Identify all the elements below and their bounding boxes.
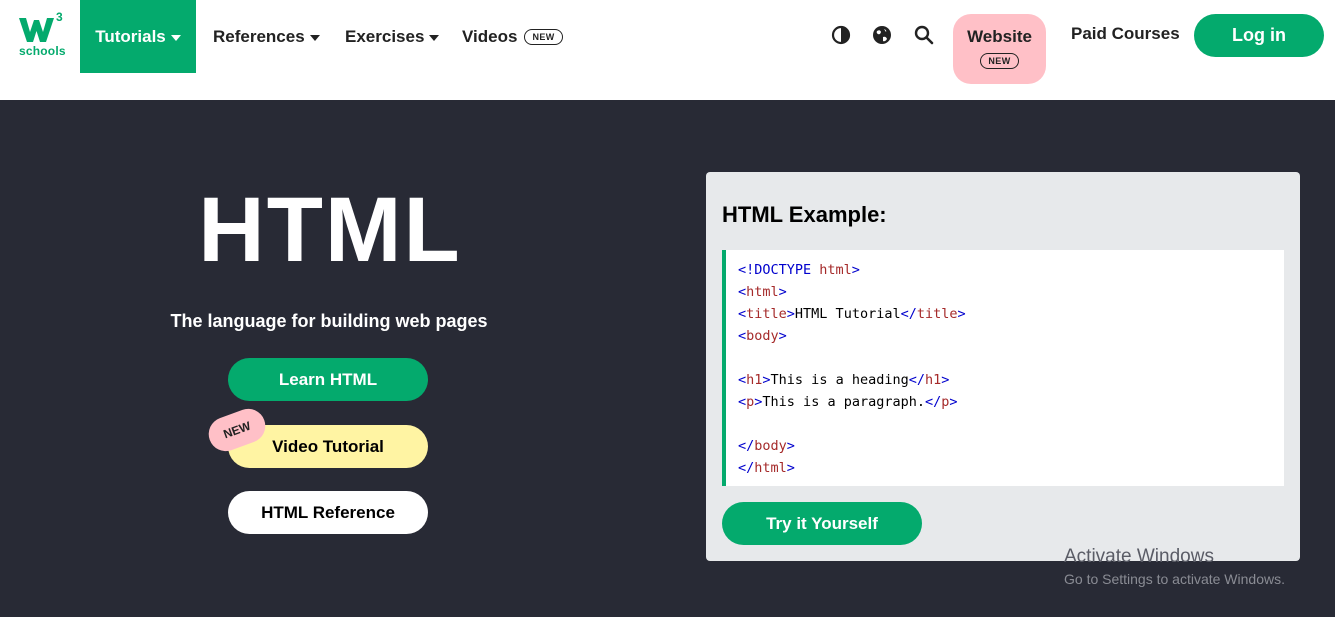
caret-down-icon xyxy=(170,34,181,41)
code-token: html xyxy=(819,262,852,278)
code-text: This is a paragraph. xyxy=(762,394,925,410)
activate-windows-watermark: Activate Windows xyxy=(1064,546,1214,567)
code-line: <html> xyxy=(738,281,1272,303)
code-token: > xyxy=(957,306,966,322)
code-token: > xyxy=(786,438,795,454)
code-token: < xyxy=(738,306,747,322)
code-token: </ xyxy=(738,460,755,476)
code-line: </html> xyxy=(738,457,1272,479)
code-token: body xyxy=(754,438,787,454)
html-reference-button[interactable]: HTML Reference xyxy=(228,491,428,534)
code-line: <body> xyxy=(738,325,1272,347)
code-text: This is a heading xyxy=(770,372,909,388)
caret-down-icon xyxy=(429,34,440,41)
code-token: h1 xyxy=(746,372,763,388)
nav-exercises[interactable]: Exercises xyxy=(345,0,440,73)
code-token: </ xyxy=(738,438,755,454)
nav-tutorials-label: Tutorials xyxy=(95,26,166,46)
w3schools-logo[interactable]: 3 schools xyxy=(14,10,70,62)
nav-references[interactable]: References xyxy=(213,0,320,73)
example-title: HTML Example: xyxy=(722,202,887,227)
search-button[interactable] xyxy=(913,24,935,46)
nav-videos-label: Videos xyxy=(462,26,518,46)
caret-down-icon xyxy=(309,34,320,41)
code-token: > xyxy=(762,372,771,388)
contrast-icon xyxy=(831,25,851,45)
website-button[interactable]: Website NEW xyxy=(953,14,1046,84)
code-token: </ xyxy=(924,394,942,410)
code-token: > xyxy=(786,306,795,322)
website-label: Website xyxy=(967,27,1032,46)
code-token: > xyxy=(786,460,795,476)
globe-icon xyxy=(873,26,891,44)
code-token: < xyxy=(738,394,747,410)
new-badge: NEW xyxy=(524,28,563,45)
code-token: > xyxy=(949,394,958,410)
hero-subtitle: The language for building web pages xyxy=(170,311,488,331)
code-token: < xyxy=(738,328,747,344)
code-line: <!DOCTYPE html> xyxy=(738,259,1272,281)
code-token: title xyxy=(916,306,958,322)
code-token: > xyxy=(941,372,950,388)
theme-toggle-button[interactable] xyxy=(830,24,852,46)
nav-videos[interactable]: Videos NEW xyxy=(462,0,563,73)
code-token: title xyxy=(746,306,787,322)
code-token: </ xyxy=(900,306,917,322)
code-token: > xyxy=(778,328,787,344)
code-token: h1 xyxy=(924,372,942,388)
code-token: </ xyxy=(908,372,925,388)
login-button[interactable]: Log in xyxy=(1194,14,1324,57)
activate-windows-hint: Go to Settings to activate Windows. xyxy=(1064,571,1285,587)
code-line: <p>This is a paragraph.</p> xyxy=(738,391,1272,413)
code-example: <!DOCTYPE html> <html> <title>HTML Tutor… xyxy=(722,250,1284,486)
hero-title: HTML xyxy=(198,179,462,281)
code-line: <title>HTML Tutorial</title> xyxy=(738,303,1272,325)
html-example-panel: HTML Example: <!DOCTYPE html> <html> <ti… xyxy=(706,172,1300,561)
code-token: > xyxy=(778,284,787,300)
code-token: html xyxy=(746,284,779,300)
code-token: < xyxy=(738,372,747,388)
nav-references-label: References xyxy=(213,26,305,46)
code-token: > xyxy=(851,262,860,278)
try-it-yourself-button[interactable]: Try it Yourself xyxy=(722,502,922,545)
learn-html-button[interactable]: Learn HTML xyxy=(228,358,428,401)
search-icon xyxy=(914,25,934,45)
code-token: < xyxy=(738,284,747,300)
code-line: </body> xyxy=(738,435,1272,457)
logo-superscript: 3 xyxy=(56,10,63,24)
top-navigation: 3 schools Tutorials References Exercises… xyxy=(0,0,1335,100)
logo-wordmark: schools xyxy=(19,44,66,58)
code-line: <h1>This is a heading</h1> xyxy=(738,369,1272,391)
paid-courses-link[interactable]: Paid Courses xyxy=(1071,24,1180,44)
nav-tutorials[interactable]: Tutorials xyxy=(80,0,196,73)
code-token: <!DOCTYPE xyxy=(738,262,820,278)
code-text: HTML Tutorial xyxy=(794,306,901,322)
code-token: html xyxy=(754,460,787,476)
new-badge: NEW xyxy=(980,53,1019,69)
language-button[interactable] xyxy=(871,24,893,46)
code-token: body xyxy=(746,328,779,344)
nav-exercises-label: Exercises xyxy=(345,26,425,46)
